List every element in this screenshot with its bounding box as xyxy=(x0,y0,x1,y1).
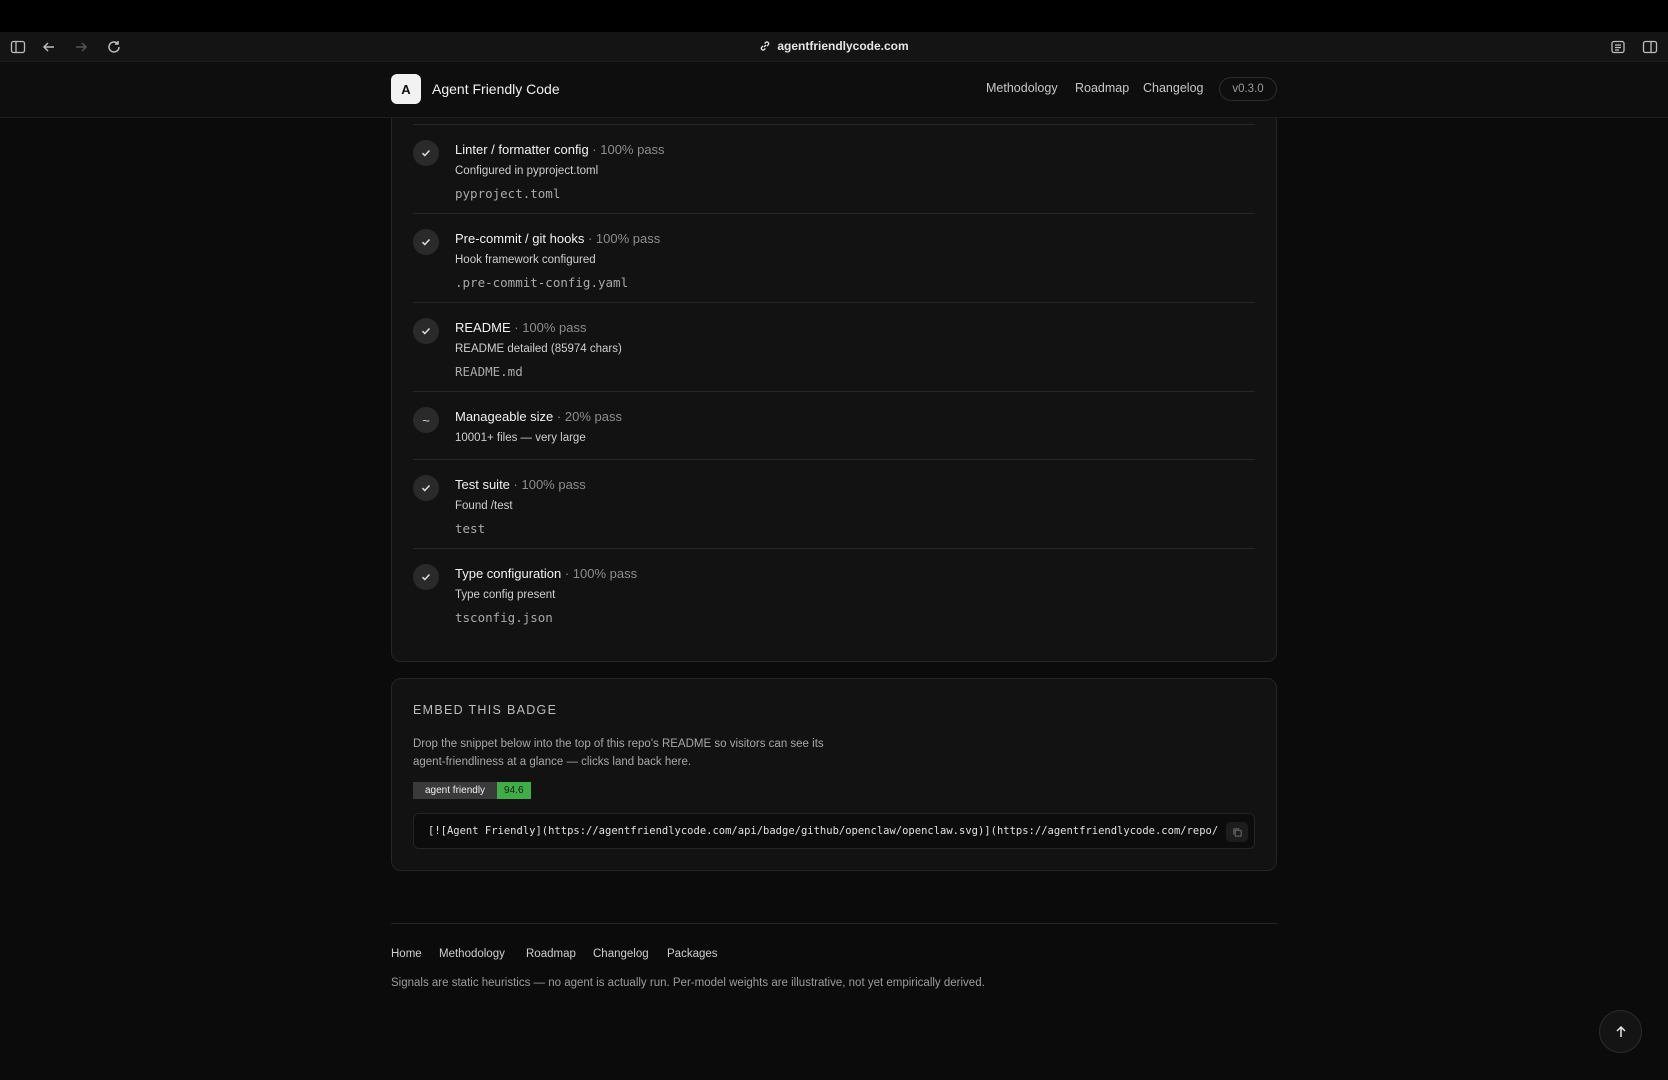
signal-title: Test suite · 100% pass xyxy=(455,477,586,492)
badge-snippet-box[interactable]: [![Agent Friendly](https://agentfriendly… xyxy=(413,813,1255,849)
embed-heading: EMBED THIS BADGE xyxy=(413,703,558,717)
signal-title: Linter / formatter config · 100% pass xyxy=(455,142,665,157)
os-top-bar xyxy=(0,0,1668,32)
signal-pass-rate: · 20% pass xyxy=(556,409,622,424)
signal-name: Linter / formatter config xyxy=(455,142,589,157)
scroll-to-top-button[interactable] xyxy=(1599,1010,1642,1053)
signal-description: 10001+ files — very large xyxy=(455,432,586,444)
signal-pass-rate: · 100% pass xyxy=(564,566,638,581)
signal-description: Type config present xyxy=(455,589,556,601)
signal-name: Test suite xyxy=(455,477,510,492)
row-divider xyxy=(413,459,1255,460)
signal-name: Type configuration xyxy=(455,566,562,581)
row-divider xyxy=(413,302,1255,303)
footer-disclaimer: Signals are static heuristics — no agent… xyxy=(391,977,985,989)
signal-title: README · 100% pass xyxy=(455,320,587,335)
check-icon xyxy=(413,229,439,255)
footer-divider xyxy=(391,923,1277,924)
signal-file: test xyxy=(455,521,486,536)
nav-methodology[interactable]: Methodology xyxy=(986,81,1058,95)
embed-description: Drop the snippet below into the top of t… xyxy=(413,738,824,768)
signal-title: Type configuration · 100% pass xyxy=(455,566,637,581)
nav-changelog[interactable]: Changelog xyxy=(1143,81,1203,95)
reader-icon[interactable] xyxy=(1608,37,1628,57)
footer-link-methodology[interactable]: Methodology xyxy=(439,948,505,960)
check-icon xyxy=(413,564,439,590)
row-divider xyxy=(413,213,1255,214)
badge-score: 94.6 xyxy=(497,782,531,799)
signal-description: Found /test xyxy=(455,500,513,512)
signal-file: tsconfig.json xyxy=(455,610,553,625)
nav-roadmap[interactable]: Roadmap xyxy=(1075,81,1129,95)
signal-pass-rate: · 100% pass xyxy=(513,477,586,492)
row-divider xyxy=(413,124,1255,125)
footer-link-changelog[interactable]: Changelog xyxy=(593,948,649,960)
copy-icon[interactable] xyxy=(1226,822,1248,842)
signal-file: README.md xyxy=(455,364,523,379)
site-header: A Agent Friendly Code Methodology Roadma… xyxy=(0,62,1668,118)
row-divider xyxy=(413,391,1255,392)
url-text: agentfriendlycode.com xyxy=(777,39,909,53)
signals-card: Linter / formatter config · 100% pass Co… xyxy=(391,62,1277,662)
check-icon xyxy=(413,475,439,501)
tilde-icon: ~ xyxy=(413,407,439,433)
badge-snippet-text[interactable]: [![Agent Friendly](https://agentfriendly… xyxy=(428,825,1218,837)
signal-title: Pre-commit / git hooks · 100% pass xyxy=(455,231,660,246)
signal-name: Pre-commit / git hooks xyxy=(455,231,585,246)
split-view-icon[interactable] xyxy=(1640,37,1660,57)
site-name[interactable]: Agent Friendly Code xyxy=(432,81,560,97)
link-icon xyxy=(759,40,771,52)
check-icon xyxy=(413,318,439,344)
embed-badge-card: EMBED THIS BADGE Drop the snippet below … xyxy=(391,678,1277,871)
signal-name: README xyxy=(455,320,511,335)
signal-name: Manageable size xyxy=(455,409,554,424)
badge-label: agent friendly xyxy=(413,782,498,799)
signal-description: README detailed (85974 chars) xyxy=(455,343,622,355)
signal-pass-rate: · 100% pass xyxy=(514,320,587,335)
footer-link-packages[interactable]: Packages xyxy=(667,948,718,960)
browser-toolbar: agentfriendlycode.com xyxy=(0,32,1668,62)
signal-description: Hook framework configured xyxy=(455,254,596,266)
address-bar[interactable]: agentfriendlycode.com xyxy=(0,39,1668,55)
signal-pass-rate: · 100% pass xyxy=(587,231,661,246)
check-icon xyxy=(413,140,439,166)
signal-pass-rate: · 100% pass xyxy=(592,142,665,157)
signal-file: .pre-commit-config.yaml xyxy=(455,275,629,290)
footer-link-roadmap[interactable]: Roadmap xyxy=(526,948,576,960)
footer-link-home[interactable]: Home xyxy=(391,948,422,960)
arrow-up-icon xyxy=(1614,1025,1628,1039)
signal-file: pyproject.toml xyxy=(455,186,561,201)
version-badge[interactable]: v0.3.0 xyxy=(1219,77,1277,101)
agent-friendly-badge[interactable]: agent friendly 94.6 xyxy=(413,782,531,799)
site-logo[interactable]: A xyxy=(391,74,421,104)
row-divider xyxy=(413,548,1255,549)
signal-description: Configured in pyproject.toml xyxy=(455,165,599,177)
signal-title: Manageable size · 20% pass xyxy=(455,409,622,424)
